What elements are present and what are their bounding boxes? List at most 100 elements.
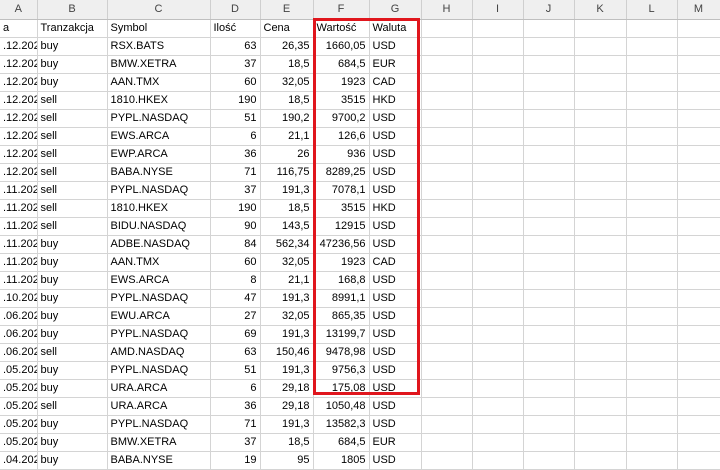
cell[interactable]: .05.2021 (0, 379, 38, 398)
cell[interactable]: 32,05 (260, 73, 314, 92)
cell[interactable]: 32,05 (260, 307, 314, 326)
cell[interactable]: 126,6 (313, 127, 370, 146)
cell[interactable]: 9756,3 (313, 361, 370, 380)
cell[interactable]: 37 (210, 181, 261, 200)
cell[interactable]: 18,5 (260, 199, 314, 218)
cell[interactable]: 26,35 (260, 37, 314, 56)
cell[interactable]: EWS.ARCA (107, 127, 211, 146)
cell[interactable] (523, 109, 575, 128)
cell[interactable]: AMD.NASDAQ (107, 343, 211, 362)
column-header-a[interactable]: A (0, 0, 38, 20)
cell[interactable] (574, 307, 627, 326)
cell[interactable] (472, 217, 524, 236)
cell[interactable]: 190 (210, 199, 261, 218)
cell[interactable] (472, 307, 524, 326)
cell[interactable] (472, 91, 524, 110)
cell[interactable] (421, 451, 473, 470)
cell[interactable]: BABA.NYSE (107, 163, 211, 182)
cell[interactable] (523, 91, 575, 110)
cell[interactable]: .12.2021 (0, 127, 38, 146)
cell[interactable]: buy (37, 325, 108, 344)
cell[interactable]: 47236,56 (313, 235, 370, 254)
cell[interactable] (677, 415, 720, 434)
cell[interactable]: 8 (210, 271, 261, 290)
cell[interactable] (421, 325, 473, 344)
cell[interactable] (574, 415, 627, 434)
cell[interactable]: 63 (210, 37, 261, 56)
cell[interactable]: USD (369, 181, 422, 200)
cell[interactable]: a (0, 19, 38, 38)
cell[interactable]: URA.ARCA (107, 379, 211, 398)
cell[interactable] (421, 181, 473, 200)
cell[interactable] (626, 307, 678, 326)
cell[interactable]: 71 (210, 163, 261, 182)
cell[interactable]: .05.2021 (0, 433, 38, 452)
cell[interactable]: .05.2021 (0, 415, 38, 434)
cell[interactable]: 18,5 (260, 433, 314, 452)
cell[interactable]: 190,2 (260, 109, 314, 128)
cell[interactable] (472, 253, 524, 272)
cell[interactable]: .12.2021 (0, 55, 38, 74)
cell[interactable] (523, 235, 575, 254)
cell[interactable] (626, 55, 678, 74)
cell[interactable] (472, 451, 524, 470)
cell[interactable]: .12.2021 (0, 73, 38, 92)
cell[interactable]: BABA.NYSE (107, 451, 211, 470)
cell[interactable]: buy (37, 415, 108, 434)
cell[interactable] (626, 181, 678, 200)
column-header-k[interactable]: K (574, 0, 627, 20)
cell[interactable]: PYPL.NASDAQ (107, 109, 211, 128)
cell[interactable]: 13199,7 (313, 325, 370, 344)
cell[interactable] (677, 91, 720, 110)
cell[interactable]: 8991,1 (313, 289, 370, 308)
cell[interactable]: 26 (260, 145, 314, 164)
cell[interactable]: .11.2021 (0, 271, 38, 290)
cell[interactable]: .06.2021 (0, 325, 38, 344)
cell[interactable] (677, 127, 720, 146)
cell[interactable]: .11.2021 (0, 235, 38, 254)
cell[interactable] (574, 379, 627, 398)
cell[interactable] (421, 235, 473, 254)
cell[interactable]: .12.2021 (0, 91, 38, 110)
cell[interactable] (472, 127, 524, 146)
cell[interactable]: EUR (369, 433, 422, 452)
column-header-g[interactable]: G (369, 0, 422, 20)
cell[interactable] (677, 235, 720, 254)
cell[interactable] (472, 109, 524, 128)
cell[interactable] (421, 91, 473, 110)
cell[interactable] (523, 343, 575, 362)
cell[interactable] (677, 37, 720, 56)
cell[interactable] (626, 109, 678, 128)
cell[interactable] (626, 127, 678, 146)
cell[interactable] (574, 217, 627, 236)
cell[interactable] (421, 253, 473, 272)
cell[interactable]: .11.2021 (0, 199, 38, 218)
cell[interactable] (677, 271, 720, 290)
cell[interactable]: 562,34 (260, 235, 314, 254)
cell[interactable]: 18,5 (260, 55, 314, 74)
cell[interactable] (677, 343, 720, 362)
column-header-b[interactable]: B (37, 0, 108, 20)
cell[interactable]: 36 (210, 145, 261, 164)
cell[interactable] (626, 433, 678, 452)
cell[interactable]: sell (37, 91, 108, 110)
cell[interactable]: 21,1 (260, 271, 314, 290)
cell[interactable]: Wartość (313, 19, 370, 38)
cell[interactable]: buy (37, 451, 108, 470)
cell[interactable] (472, 145, 524, 164)
cell[interactable] (523, 379, 575, 398)
cell[interactable] (626, 253, 678, 272)
cell[interactable] (523, 289, 575, 308)
cell[interactable]: PYPL.NASDAQ (107, 181, 211, 200)
cell[interactable]: BIDU.NASDAQ (107, 217, 211, 236)
cell[interactable] (523, 19, 575, 38)
cell[interactable] (574, 19, 627, 38)
cell[interactable] (472, 199, 524, 218)
cell[interactable] (626, 199, 678, 218)
cell[interactable]: 90 (210, 217, 261, 236)
cell[interactable] (472, 343, 524, 362)
cell[interactable] (523, 199, 575, 218)
cell[interactable] (472, 73, 524, 92)
cell[interactable] (626, 379, 678, 398)
cell[interactable] (421, 199, 473, 218)
